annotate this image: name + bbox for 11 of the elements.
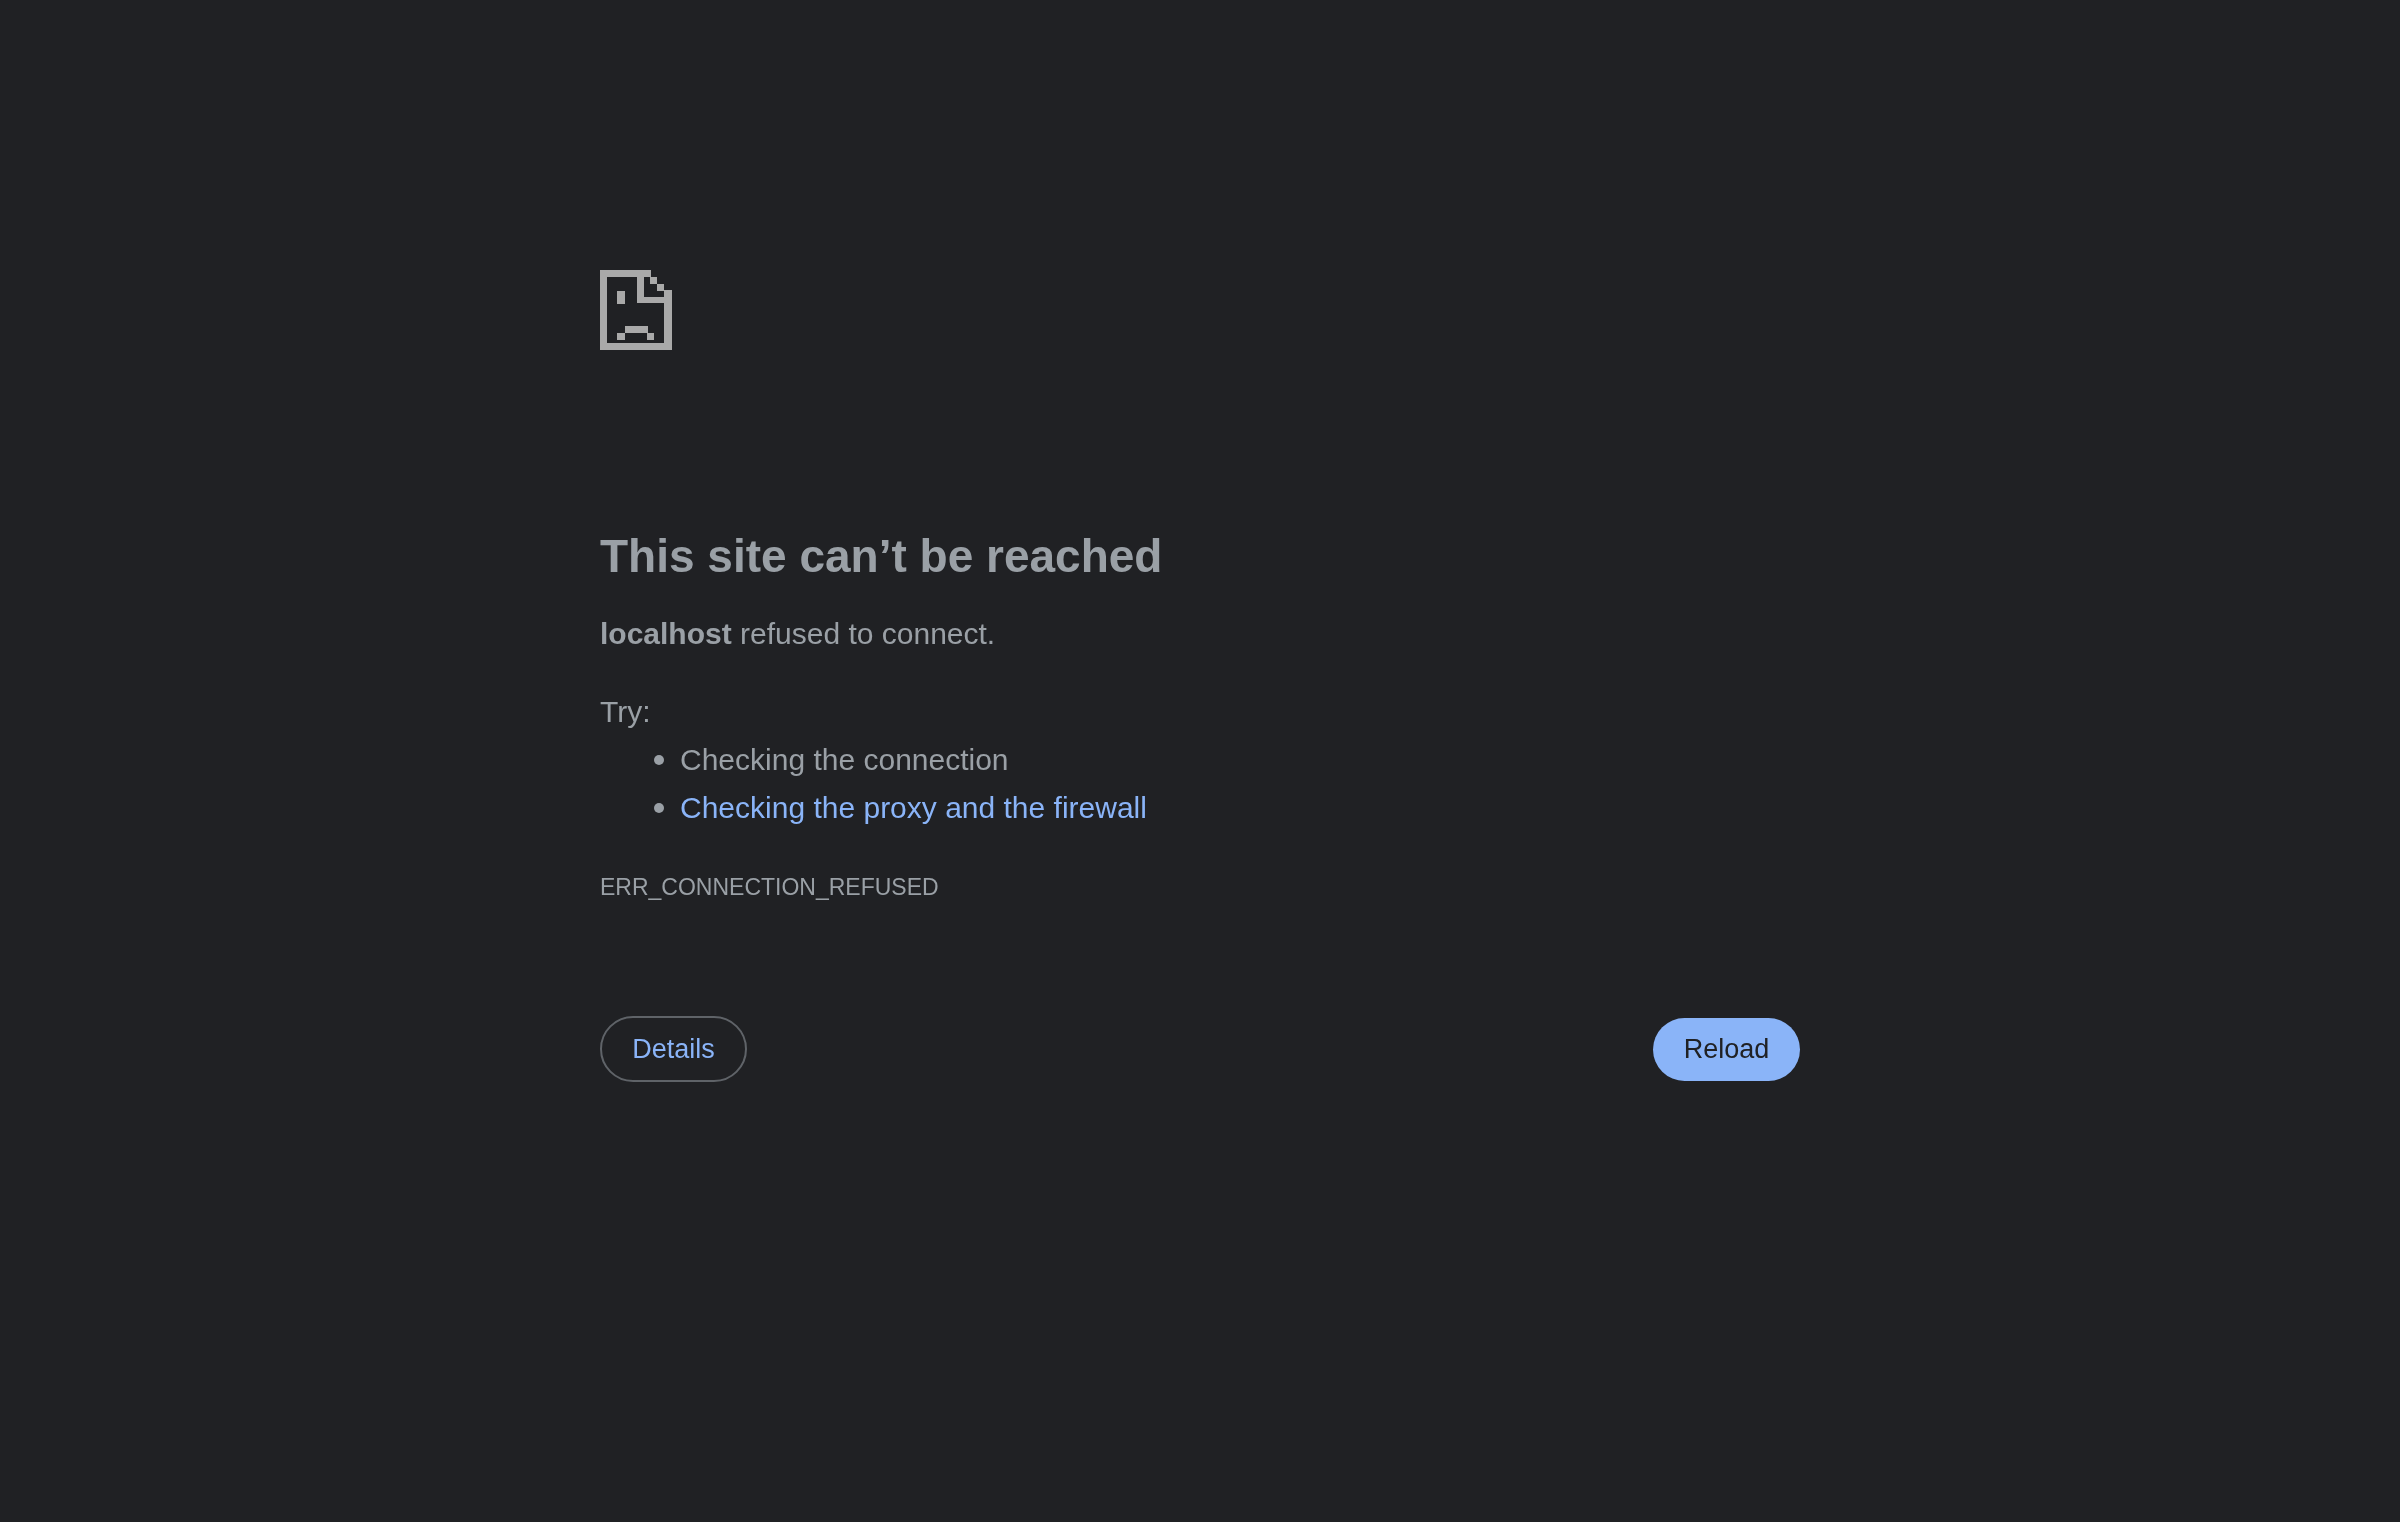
sad-document-icon [600,270,672,350]
suggestion-link[interactable]: Checking the proxy and the firewall [680,788,1147,828]
try-label: Try: [600,694,651,730]
bullet-icon [654,803,664,813]
error-message: localhost refused to connect. [600,616,996,652]
bullet-icon [654,755,664,765]
page-heading: This site can’t be reached [600,529,1163,584]
suggestion-text: Checking the connection [680,742,1009,778]
details-button[interactable]: Details [600,1016,747,1082]
reload-button[interactable]: Reload [1653,1017,1800,1081]
error-code: ERR_CONNECTION_REFUSED [600,873,939,902]
